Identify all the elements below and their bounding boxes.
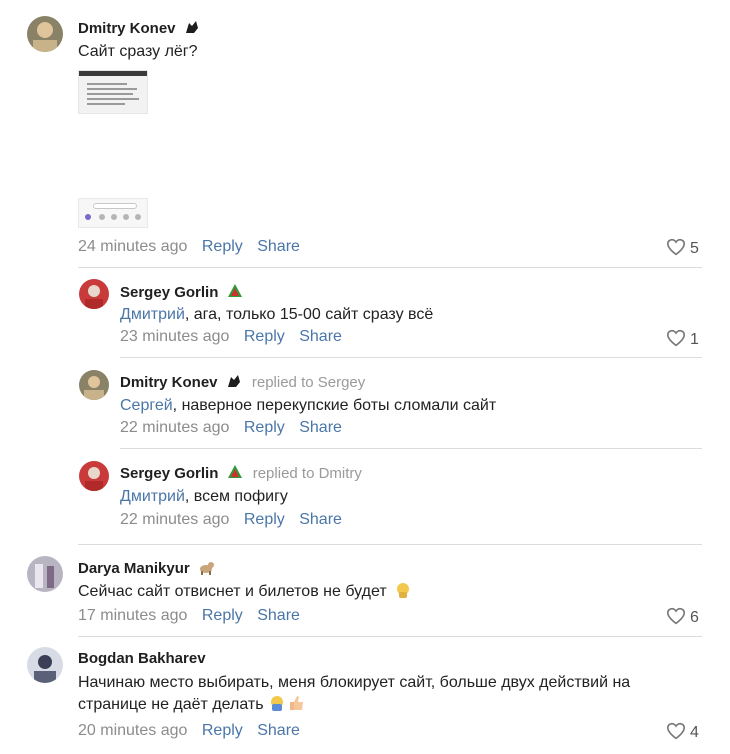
comment-author[interactable]: Sergey Gorlin — [120, 283, 243, 301]
comment-timestamp: 22 minutes ago — [120, 419, 230, 436]
reply-button[interactable]: Reply — [202, 607, 243, 624]
heart-icon — [666, 722, 686, 740]
attached-screenshot-thumbnail[interactable] — [78, 70, 148, 114]
replied-to-label: replied to Sergey — [251, 374, 366, 391]
avatar-bogdan-bakharev[interactable] — [27, 647, 63, 683]
share-button[interactable]: Share — [299, 419, 342, 436]
locomotive-club-icon — [227, 464, 243, 480]
comment-author[interactable]: Darya Manikyur — [78, 559, 214, 577]
comment-author[interactable]: Sergey Gorlin replied to Dmitry — [120, 464, 362, 482]
heart-icon — [666, 329, 686, 347]
reply-button[interactable]: Reply — [202, 722, 243, 739]
comment-timestamp: 24 minutes ago — [78, 238, 188, 255]
comment-author[interactable]: Bogdan Bakharev — [78, 650, 206, 667]
comment-meta: 23 minutes ago Reply Share — [120, 328, 342, 346]
thumbs-up-emoji-icon — [290, 696, 304, 710]
like-button[interactable]: 6 — [666, 607, 699, 627]
locomotive-club-icon — [227, 283, 243, 299]
replied-to-label: replied to Dmitry — [252, 465, 362, 482]
comment-author[interactable]: Dmitry Konev replied to Sergey — [120, 373, 365, 391]
like-count: 6 — [690, 609, 699, 626]
comment-text: Дмитрий, всем пофигу — [120, 488, 288, 505]
wolf-head-icon — [184, 19, 200, 35]
divider — [120, 357, 702, 358]
reply-button[interactable]: Reply — [202, 238, 243, 255]
heart-icon — [666, 238, 686, 256]
reply-button[interactable]: Reply — [244, 328, 285, 345]
share-button[interactable]: Share — [299, 328, 342, 345]
wolf-head-icon — [226, 373, 242, 389]
divider — [120, 448, 702, 449]
heart-icon — [666, 607, 686, 625]
mention-link[interactable]: Дмитрий — [120, 488, 185, 505]
comment-author[interactable]: Dmitry Konev — [78, 19, 200, 37]
comment-timestamp: 22 minutes ago — [120, 511, 230, 528]
facepalm-emoji-icon — [397, 583, 410, 598]
comment-meta: 22 minutes ago Reply Share — [120, 511, 342, 529]
like-button[interactable]: 4 — [666, 722, 699, 742]
share-button[interactable]: Share — [257, 722, 300, 739]
dog-emoji-icon — [198, 559, 214, 575]
avatar-sergey-gorlin[interactable] — [79, 279, 109, 309]
comment-meta: 20 minutes ago Reply Share — [78, 722, 300, 740]
comment-text: Сейчас сайт отвиснет и билетов не будет — [78, 581, 412, 603]
comment-text: Сергей, наверное перекупские боты сломал… — [120, 397, 497, 414]
like-button[interactable]: 5 — [666, 238, 699, 258]
avatar-dmitry-konev[interactable] — [79, 370, 109, 400]
like-count: 1 — [690, 331, 699, 348]
mention-link[interactable]: Дмитрий — [120, 306, 185, 323]
divider — [78, 544, 702, 545]
comment-timestamp: 20 minutes ago — [78, 722, 188, 739]
comment-meta: 24 minutes ago Reply Share — [78, 238, 300, 256]
comment-meta: 17 minutes ago Reply Share — [78, 607, 300, 625]
comment-timestamp: 23 minutes ago — [120, 328, 230, 345]
share-button[interactable]: Share — [257, 607, 300, 624]
mention-link[interactable]: Сергей — [120, 397, 173, 414]
reply-button[interactable]: Reply — [244, 419, 285, 436]
avatar-sergey-gorlin[interactable] — [79, 461, 109, 491]
like-count: 4 — [690, 724, 699, 741]
avatar-dmitry-konev[interactable] — [27, 16, 63, 52]
attached-screenshot-thumbnail[interactable] — [78, 198, 148, 228]
comment-text: Сайт сразу лёг? — [78, 43, 198, 60]
reply-button[interactable]: Reply — [244, 511, 285, 528]
comment-meta: 22 minutes ago Reply Share — [120, 419, 342, 437]
like-count: 5 — [690, 240, 699, 257]
divider — [78, 267, 702, 268]
share-button[interactable]: Share — [257, 238, 300, 255]
avatar-darya-manikyur[interactable] — [27, 556, 63, 592]
comment-timestamp: 17 minutes ago — [78, 607, 188, 624]
comment-text: Дмитрий, ага, только 15-00 сайт сразу вс… — [120, 306, 434, 323]
facepalm-emoji-icon — [271, 696, 284, 711]
divider — [78, 636, 702, 637]
share-button[interactable]: Share — [299, 511, 342, 528]
like-button[interactable]: 1 — [666, 329, 699, 349]
comment-text: Начинаю место выбирать, меня блокирует с… — [78, 674, 631, 713]
